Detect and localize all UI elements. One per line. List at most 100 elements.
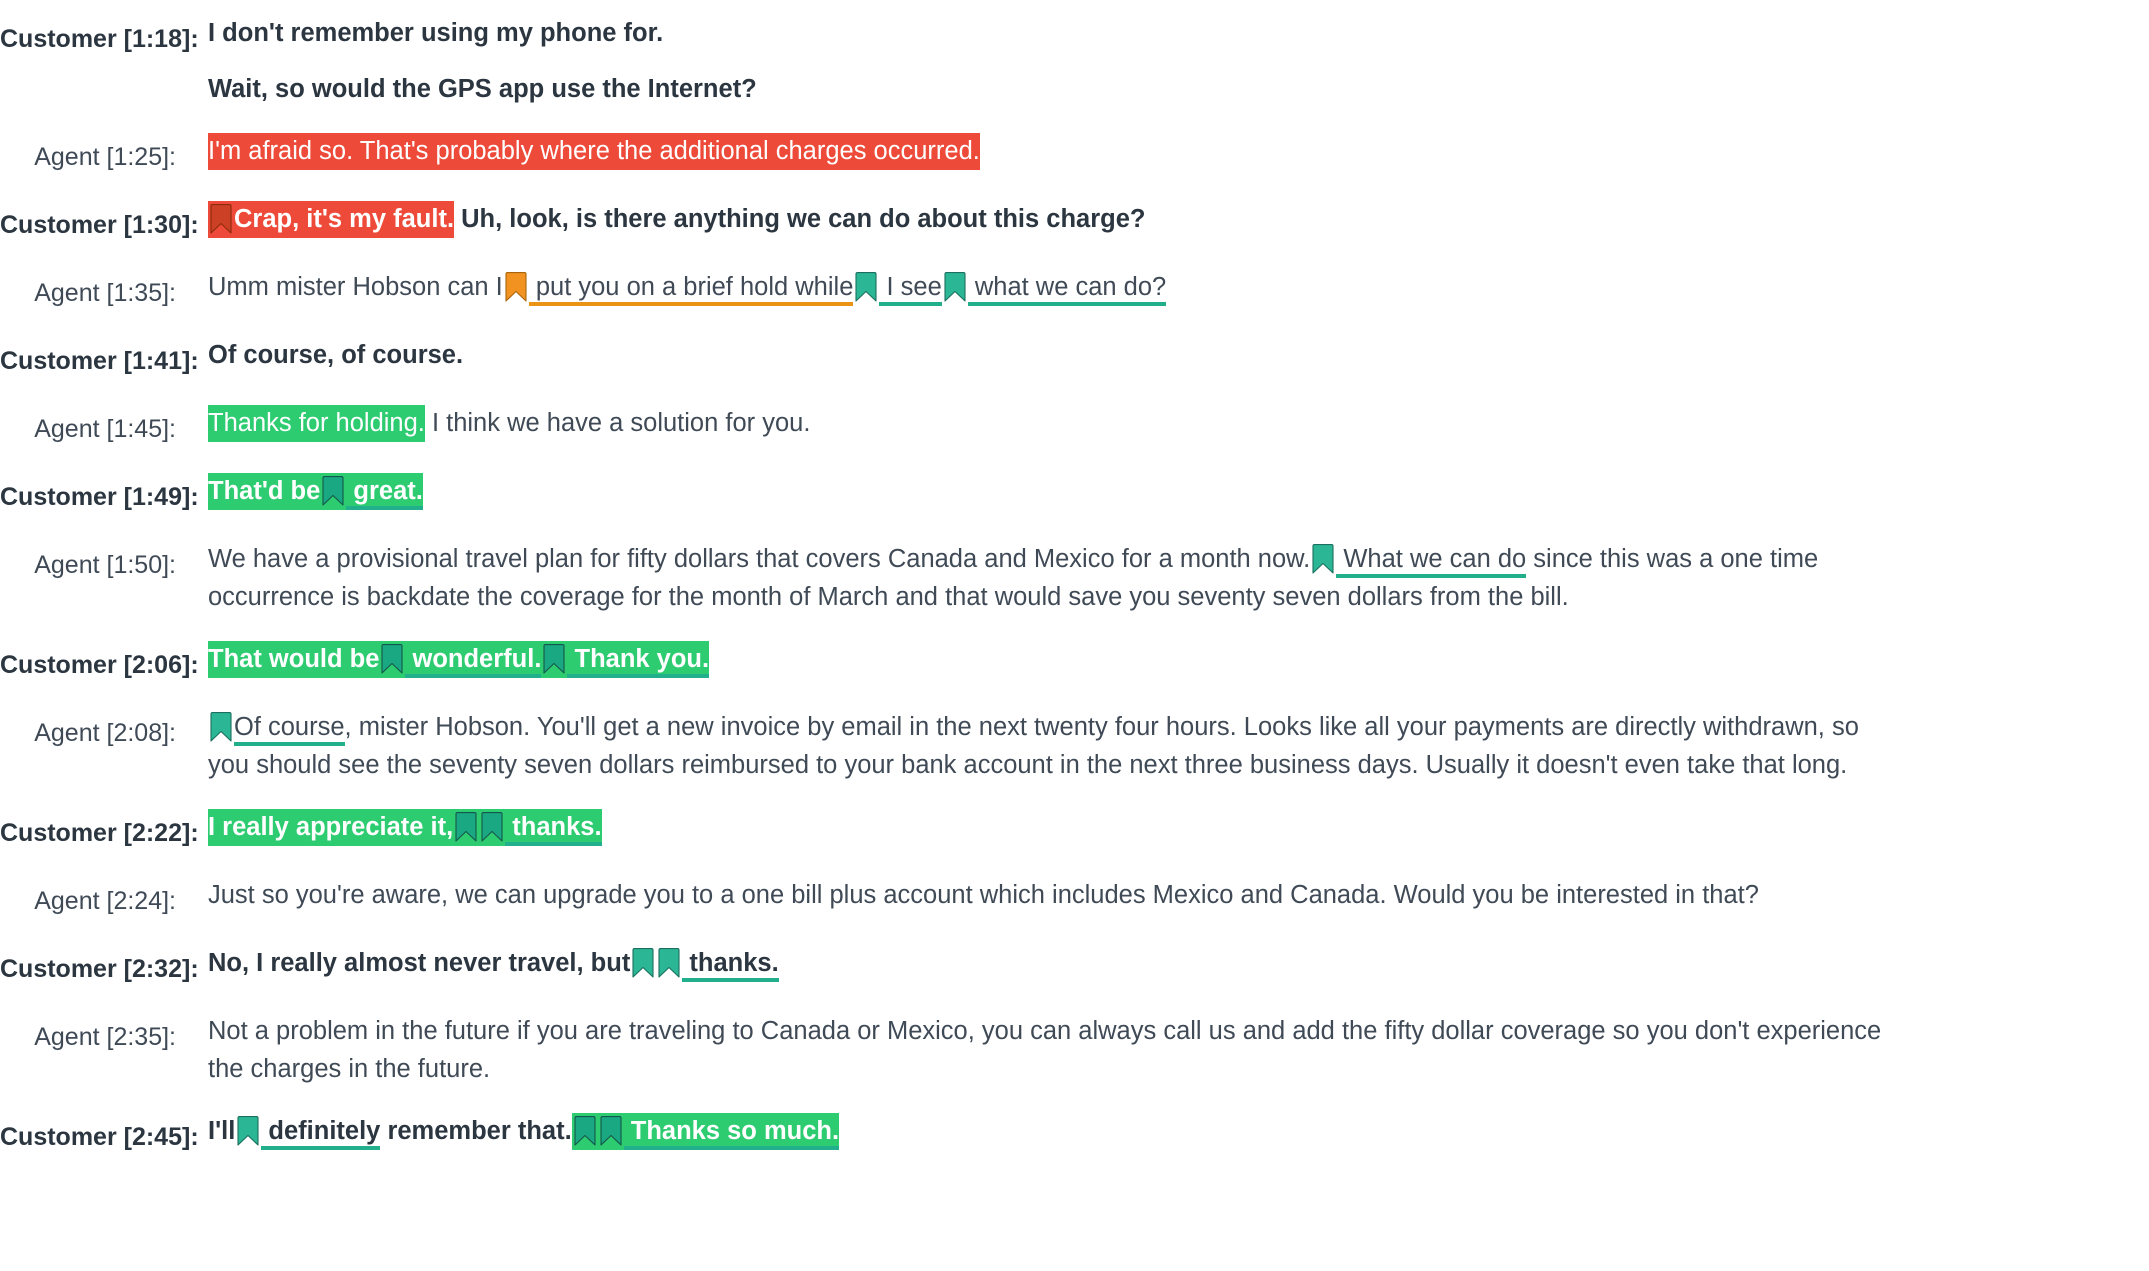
highlight-wrapper xyxy=(320,473,347,510)
speaker-label-customer: Customer [1:18]: xyxy=(0,25,199,53)
transcript-turn: Agent [1:25]: I'm afraid so. That's proba… xyxy=(0,132,2149,176)
utterance-text: Of course, of course. xyxy=(208,341,464,369)
positive-highlight-text[interactable]: wonderful. xyxy=(405,641,542,678)
utterance-paragraph: We have a provisional travel plan for fi… xyxy=(208,540,1898,616)
utterance-paragraph: Umm mister Hobson can I put you on a bri… xyxy=(208,268,1898,306)
utterance-paragraph: Just so you're aware, we can upgrade you… xyxy=(208,876,1898,914)
highlight-wrapper xyxy=(453,809,480,846)
turn-body: I really appreciate it, thanks. xyxy=(208,808,1958,846)
turn-body: Thanks for holding. I think we have a so… xyxy=(208,404,1958,442)
positive-highlight-text[interactable]: That would be xyxy=(208,641,380,678)
transcript-turn: Agent [2:08]: Of course, mister Hobson. Y… xyxy=(0,708,2149,784)
highlight-wrapper xyxy=(597,1113,624,1150)
bookmark-icon-teal[interactable] xyxy=(236,1116,260,1146)
highlight-wrapper xyxy=(479,809,506,846)
positive-highlight-text[interactable]: Thank you. xyxy=(567,641,710,678)
annotated-phrase[interactable]: put you on a brief hold while xyxy=(528,273,854,306)
bookmark-icon-teal[interactable] xyxy=(854,272,878,302)
bookmark-icon-teal-dark[interactable] xyxy=(380,644,404,674)
bookmark-icon-teal[interactable] xyxy=(1311,544,1335,574)
transcript-turn: Customer [1:41]: Of course, of course. xyxy=(0,336,2149,380)
speaker-label-customer: Customer [2:45]: xyxy=(0,1123,199,1151)
speaker-label-customer: Customer [1:41]: xyxy=(0,347,199,375)
turn-body: Not a problem in the future if you are t… xyxy=(208,1012,1958,1088)
bookmark-icon-teal-dark[interactable] xyxy=(480,812,504,842)
bookmark-icon-teal-dark[interactable] xyxy=(321,476,345,506)
transcript-turn: Customer [1:18]: I don't remember using m… xyxy=(0,14,2149,108)
annotated-phrase[interactable]: I see xyxy=(879,273,942,306)
transcript-turn: Customer [1:30]: Crap, it's my fault. Uh,… xyxy=(0,200,2149,244)
bookmark-icon-teal[interactable] xyxy=(943,272,967,302)
utterance-paragraph: Of course, mister Hobson. You'll get a n… xyxy=(208,708,1898,784)
utterance-paragraph: Wait, so would the GPS app use the Inter… xyxy=(208,70,1898,108)
bookmark-icon-orange[interactable] xyxy=(504,272,528,302)
positive-highlight-text[interactable]: That'd be xyxy=(208,473,321,510)
speaker-label-agent: Agent [2:24]: xyxy=(34,887,176,915)
utterance-text: I don't remember using my phone for. xyxy=(208,19,664,47)
utterance-text: remember that. xyxy=(380,1117,572,1145)
transcript-turn: Agent [2:35]: Not a problem in the future… xyxy=(0,1012,2149,1088)
negative-highlight-text[interactable]: Crap, it's my fault. xyxy=(234,201,455,238)
transcript-turn: Customer [2:32]: No, I really almost neve… xyxy=(0,944,2149,988)
annotated-phrase[interactable]: thanks. xyxy=(682,949,779,982)
speaker-label-agent: Agent [2:35]: xyxy=(34,1023,176,1051)
turn-body: I'll definitely remember that. Thanks so… xyxy=(208,1112,1958,1150)
turn-body: That would be wonderful. Thank you. xyxy=(208,640,1958,678)
transcript-turn: Customer [2:22]: I really appreciate it, … xyxy=(0,808,2149,852)
turn-body: No, I really almost never travel, but th… xyxy=(208,944,1958,982)
annotated-phrase[interactable]: what we can do? xyxy=(967,273,1167,306)
utterance-paragraph: I'll definitely remember that. Thanks so… xyxy=(208,1112,1898,1150)
annotated-phrase[interactable]: definitely xyxy=(261,1117,381,1150)
turn-body: Of course, mister Hobson. You'll get a n… xyxy=(208,708,1958,784)
highlight-wrapper xyxy=(541,641,568,678)
utterance-text: , mister Hobson. You'll get a new invoic… xyxy=(208,713,1867,779)
utterance-paragraph: I really appreciate it, thanks. xyxy=(208,808,1898,846)
bookmark-icon-teal-dark[interactable] xyxy=(454,812,478,842)
utterance-text: Wait, so would the GPS app use the Inter… xyxy=(208,75,757,103)
utterance-paragraph: Not a problem in the future if you are t… xyxy=(208,1012,1898,1088)
speaker-label-customer: Customer [2:22]: xyxy=(0,819,199,847)
utterance-text: Umm mister Hobson can I xyxy=(208,273,503,301)
utterance-paragraph: I'm afraid so. That's probably where the… xyxy=(208,132,1898,170)
turn-body: That'd be great. xyxy=(208,472,1958,510)
speaker-label-customer: Customer [1:49]: xyxy=(0,483,199,511)
bookmark-icon-teal[interactable] xyxy=(209,712,233,742)
positive-highlight-text[interactable]: Thanks so much. xyxy=(623,1113,840,1150)
negative-highlight-text[interactable]: I'm afraid so. That's probably where the… xyxy=(208,133,980,170)
highlight-wrapper xyxy=(379,641,406,678)
utterance-paragraph: That would be wonderful. Thank you. xyxy=(208,640,1898,678)
utterance-paragraph: No, I really almost never travel, but th… xyxy=(208,944,1898,982)
speaker-label-agent: Agent [1:45]: xyxy=(34,415,176,443)
transcript-turn: Customer [2:06]: That would be wonderful.… xyxy=(0,640,2149,684)
bookmark-icon-teal[interactable] xyxy=(631,948,655,978)
bookmark-icon-darkred[interactable] xyxy=(209,204,233,234)
annotated-phrase[interactable]: What we can do xyxy=(1336,545,1527,578)
bookmark-icon-teal-dark[interactable] xyxy=(542,644,566,674)
positive-highlight-text[interactable]: Thanks for holding. xyxy=(208,405,425,442)
turn-body: We have a provisional travel plan for fi… xyxy=(208,540,1958,616)
utterance-text: Uh, look, is there anything we can do ab… xyxy=(454,205,1146,233)
positive-highlight-text[interactable]: great. xyxy=(346,473,423,510)
transcript-turn: Agent [1:45]: Thanks for holding. I think… xyxy=(0,404,2149,448)
positive-highlight-text[interactable]: thanks. xyxy=(505,809,602,846)
speaker-label-agent: Agent [2:08]: xyxy=(34,719,176,747)
positive-highlight-text[interactable]: I really appreciate it, xyxy=(208,809,454,846)
utterance-text: We have a provisional travel plan for fi… xyxy=(208,545,1311,573)
turn-body: Umm mister Hobson can I put you on a bri… xyxy=(208,268,1958,306)
call-transcript: Customer [1:18]: I don't remember using m… xyxy=(0,0,2149,1156)
transcript-turn: Agent [2:24]: Just so you're aware, we ca… xyxy=(0,876,2149,920)
turn-body: Crap, it's my fault. Uh, look, is there … xyxy=(208,200,1958,238)
utterance-text: Just so you're aware, we can upgrade you… xyxy=(208,881,1759,909)
bookmark-icon-teal-dark[interactable] xyxy=(599,1116,623,1146)
turn-body: Of course, of course. xyxy=(208,336,1958,374)
bookmark-icon-teal[interactable] xyxy=(657,948,681,978)
utterance-paragraph: That'd be great. xyxy=(208,472,1898,510)
speaker-label-customer: Customer [2:32]: xyxy=(0,955,199,983)
utterance-text: Not a problem in the future if you are t… xyxy=(208,1017,1889,1083)
transcript-turn: Customer [2:45]: I'll definitely remember… xyxy=(0,1112,2149,1156)
turn-body: I don't remember using my phone for. Wait… xyxy=(208,14,1958,108)
annotated-phrase[interactable]: Of course xyxy=(234,713,345,746)
transcript-turn: Agent [1:50]: We have a provisional trave… xyxy=(0,540,2149,616)
utterance-paragraph: I don't remember using my phone for. xyxy=(208,14,1898,52)
bookmark-icon-teal-dark[interactable] xyxy=(573,1116,597,1146)
